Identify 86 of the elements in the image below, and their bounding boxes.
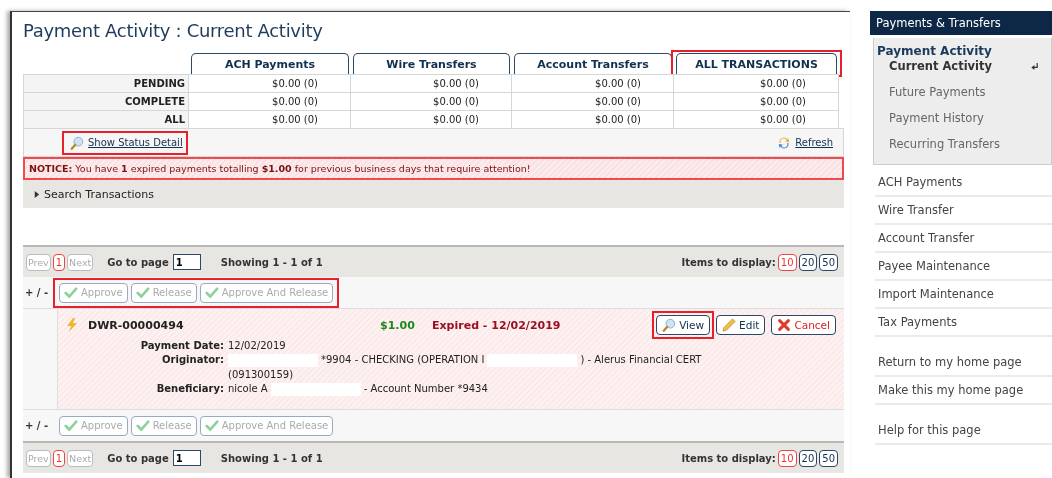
show-status-detail-link[interactable]: Show Status Detail [88, 137, 183, 148]
edit-button[interactable]: Edit [716, 315, 766, 335]
row-label: COMPLETE [23, 92, 189, 110]
checkmark-icon [135, 418, 150, 433]
table-cell: $0.00 (0) [351, 92, 512, 110]
items-to-display-label: Items to display: [681, 256, 776, 268]
expand-toggle[interactable]: + / - [25, 287, 55, 298]
page-size-button[interactable]: 50 [819, 449, 838, 467]
submenu-item[interactable]: Recurring Transfers [874, 132, 1051, 158]
notice-text: NOTICE: You have 1 expired payments totalling $1.00 for previous business days that require attention! [29, 163, 531, 174]
checkmark-icon [204, 285, 219, 300]
table-cell: $0.00 (0) [512, 92, 674, 110]
table-cell: $0.00 (0) [351, 74, 512, 92]
detail-label: Payment Date: [139, 340, 224, 351]
detail-value: (091300159) [228, 369, 294, 380]
row-label: PENDING [23, 74, 189, 92]
page-size-button[interactable]: 10 [777, 253, 797, 271]
table-cell: $0.00 (0) [189, 92, 351, 110]
refresh-icon [777, 135, 792, 150]
sidebar-link[interactable]: Payee Maintenance [875, 253, 1052, 281]
page-button[interactable]: 1 [52, 449, 66, 467]
page-title: Payment Activity : Current Activity [23, 20, 324, 41]
table-cell: $0.00 (0) [351, 110, 512, 128]
table-cell: $0.00 (0) [189, 74, 351, 92]
detail-label: Originator: [161, 354, 224, 367]
page-size-button[interactable]: 20 [798, 253, 818, 271]
table-cell: $0.00 (0) [674, 74, 839, 92]
category-tab[interactable]: Account Transfers [514, 53, 672, 74]
checkmark-icon [135, 285, 150, 300]
detail-value: *9904 - CHECKING (OPERATION I [321, 354, 485, 367]
cancel-button[interactable]: Cancel [771, 315, 836, 335]
category-tab[interactable]: ACH Payments [191, 53, 349, 74]
detail-value: nicole A [228, 383, 268, 396]
refresh-link[interactable]: Refresh [795, 137, 833, 148]
page-button[interactable]: 1 [52, 253, 66, 271]
sidebar-link[interactable]: Make this my home page [875, 377, 1052, 405]
detail-label: Beneficiary: [155, 383, 224, 396]
payment-amount: $1.00 [380, 318, 416, 332]
items-to-display-label: Items to display: [681, 452, 776, 464]
table-cell: $0.00 (0) [674, 92, 839, 110]
page-size-button[interactable]: 10 [777, 449, 797, 467]
payment-id: DWR-00000494 [88, 318, 185, 332]
checkmark-icon [64, 285, 78, 300]
search-transactions-toggle[interactable]: Search Transactions [33, 187, 154, 201]
sidebar-link[interactable]: Return to my home page [875, 349, 1052, 377]
page-number-field[interactable]: 1 [172, 254, 201, 270]
checkmark-icon [204, 418, 219, 433]
submenu-item[interactable]: Payment History [874, 106, 1051, 132]
sidebar-link[interactable]: ACH Payments [875, 169, 1052, 197]
table-cell: $0.00 (0) [512, 110, 674, 128]
page-size-button[interactable]: 50 [819, 253, 838, 271]
return-arrow-icon [1030, 61, 1039, 71]
expand-toggle[interactable]: + / - [25, 420, 55, 431]
category-tab[interactable]: Wire Transfers [353, 53, 510, 74]
pencil-icon [722, 318, 737, 332]
sidebar-link[interactable]: Account Transfer [875, 225, 1052, 253]
submenu-item[interactable]: Current Activity [874, 58, 1051, 80]
view-button[interactable]: View [656, 315, 711, 335]
sidebar-link[interactable]: Import Maintenance [875, 281, 1052, 309]
search-icon [662, 318, 677, 332]
sidebar-link[interactable]: Tax Payments [875, 309, 1052, 337]
category-tab[interactable]: ALL TRANSACTIONS [676, 53, 837, 74]
lightning-icon [64, 317, 80, 333]
close-icon [777, 318, 792, 332]
submenu-item[interactable]: Future Payments [874, 80, 1051, 106]
search-icon [70, 135, 84, 150]
showing-count: Showing 1 - 1 of 1 [220, 452, 323, 464]
caret-icon [33, 190, 40, 198]
detail-value: - Account Number *9434 [363, 383, 488, 396]
go-to-page-label: Go to page [107, 256, 169, 268]
showing-count: Showing 1 - 1 of 1 [220, 256, 323, 268]
checkmark-icon [64, 418, 78, 433]
table-cell: $0.00 (0) [674, 110, 839, 128]
go-to-page-label: Go to page [107, 452, 169, 464]
detail-value: 12/02/2019 [228, 340, 286, 351]
submenu-title: Payment Activity [876, 43, 993, 58]
payment-status: Expired - 12/02/2019 [432, 318, 561, 332]
table-cell: $0.00 (0) [512, 74, 674, 92]
page-size-button[interactable]: 20 [798, 449, 818, 467]
detail-value: ) - Alerus Financial CERT [580, 354, 702, 367]
table-cell: $0.00 (0) [189, 110, 351, 128]
row-label: ALL [23, 110, 189, 128]
sidebar-link[interactable]: Wire Transfer [875, 197, 1052, 225]
sidebar-link[interactable]: Help for this page [875, 417, 1052, 445]
sidebar-header: Payments & Transfers [870, 11, 1052, 35]
page-number-field[interactable]: 1 [172, 450, 201, 466]
